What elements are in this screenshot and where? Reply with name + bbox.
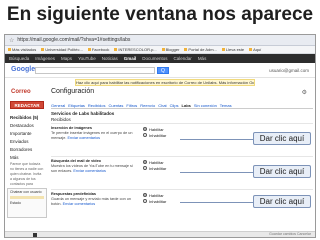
search-row: Google Q usuario@gmail.com: [5, 63, 315, 78]
feedback-link[interactable]: Enviar comentarios: [73, 169, 106, 173]
lab-options: Habilitar Inhabilitar: [143, 126, 166, 138]
disable-label: Inhabilitar: [149, 198, 167, 204]
taskbar-button[interactable]: [33, 233, 37, 237]
star-icon[interactable]: ☆: [9, 37, 14, 44]
chat-status-bar: [10, 196, 44, 199]
bookmark-item[interactable]: Aquí: [249, 47, 261, 52]
tab-labels[interactable]: Etiquetas: [68, 103, 85, 108]
lab-description: Respuestas predefinidas Guarda un mensaj…: [51, 192, 137, 207]
gbar-item[interactable]: Maps: [61, 56, 72, 61]
tab-clips[interactable]: Clips: [170, 103, 179, 108]
lab-description: Inserción de imágenes Te permite inserta…: [51, 126, 137, 141]
settings-header: Correo Configuración ⚙: [5, 87, 315, 99]
lab-options: Habilitar Inhabilitar: [143, 159, 166, 171]
gbar-item[interactable]: Calendar: [174, 56, 192, 61]
gear-icon[interactable]: ⚙: [302, 89, 307, 96]
sidebar-item-starred[interactable]: Destacados: [7, 121, 47, 129]
sidebar-item-sent[interactable]: Enviados: [7, 137, 47, 145]
gbar-item[interactable]: Imágenes: [35, 56, 55, 61]
tab-inbox[interactable]: Recibidos: [88, 103, 106, 108]
google-logo: Google: [11, 66, 36, 73]
disable-option[interactable]: Inhabilitar: [143, 132, 166, 138]
radio-enable[interactable]: [143, 193, 147, 197]
account-email[interactable]: usuario@gmail.com: [269, 68, 309, 73]
sidebar-item-important[interactable]: Importante: [7, 129, 47, 137]
lab-options: Habilitar Inhabilitar: [143, 192, 166, 204]
bookmark-item[interactable]: INTERESCOLOR.p...: [114, 47, 156, 52]
url-text: https://mail.google.com/mail/?shva=1#set…: [17, 37, 131, 43]
gbar-item[interactable]: Noticias: [102, 56, 118, 61]
disable-option[interactable]: Inhabilitar: [143, 198, 166, 204]
tab-offline[interactable]: Sin conexión: [194, 103, 217, 108]
google-bar: Búsqueda Imágenes Maps YouTube Noticias …: [5, 54, 315, 63]
enable-label: Habilitar: [149, 126, 164, 132]
chat-line: Chatear con usuario: [10, 190, 42, 194]
bookmark-item[interactable]: Facebook: [88, 47, 110, 52]
enable-label: Habilitar: [149, 159, 164, 165]
radio-disable[interactable]: [143, 133, 147, 137]
callout-arrow: [180, 202, 255, 203]
disable-label: Inhabilitar: [149, 165, 167, 171]
callout-click-here: Dar clic aquí: [253, 165, 311, 178]
bookmark-item[interactable]: Blogger: [162, 47, 180, 52]
gbar-item[interactable]: Más: [198, 56, 207, 61]
tab-labs[interactable]: Labs: [182, 103, 191, 108]
section-subtitle: Recibidos: [51, 117, 71, 122]
compose-button[interactable]: REDACTAR: [10, 101, 44, 109]
section-label: Servicios de Labs habilitados: [51, 111, 115, 116]
feedback-link[interactable]: Enviar comentarios: [67, 136, 100, 140]
tab-general[interactable]: General: [51, 103, 65, 108]
tab-themes[interactable]: Temas: [220, 103, 232, 108]
tab-accounts[interactable]: Cuentas: [109, 103, 124, 108]
slide-title: En siguiente ventana nos aparece: [6, 4, 314, 25]
bookmark-item[interactable]: Más visitados: [8, 47, 36, 52]
page-title: Configuración: [51, 88, 95, 95]
radio-enable[interactable]: [143, 127, 147, 131]
callout-arrow: [180, 172, 255, 173]
disable-option[interactable]: Inhabilitar: [143, 165, 166, 171]
search-input[interactable]: [35, 67, 155, 74]
sidebar-item-more[interactable]: Más: [7, 153, 47, 161]
lab-description: Búsqueda del mail de video Muestra los v…: [51, 159, 137, 174]
notification-banner[interactable]: Haz clic aquí para habilitar las notific…: [75, 79, 255, 86]
gbar-item[interactable]: YouTube: [78, 56, 96, 61]
chat-box[interactable]: Chatear con usuario Estado: [7, 188, 47, 218]
radio-enable[interactable]: [143, 160, 147, 164]
feedback-link[interactable]: Enviar comentarios: [63, 202, 96, 206]
callout-click-here: Dar clic aquí: [253, 132, 311, 145]
sidebar-item-drafts[interactable]: Borradores: [7, 145, 47, 153]
radio-disable[interactable]: [143, 166, 147, 170]
enable-label: Habilitar: [149, 192, 164, 198]
chat-line: Estado: [10, 201, 21, 205]
disable-label: Inhabilitar: [149, 132, 167, 138]
tab-chat[interactable]: Chat: [158, 103, 166, 108]
bookmarks-bar: Más visitados Universidad Politéc... Fac…: [5, 46, 315, 54]
status-bar: Guardar cambios Cancelar: [5, 231, 315, 237]
bookmark-item[interactable]: Portal de Adm...: [184, 47, 216, 52]
callout-click-here: Dar clic aquí: [253, 195, 311, 208]
settings-tabs: General Etiquetas Recibidos Cuentas Filt…: [51, 101, 313, 109]
bookmark-item[interactable]: Lleva este: [222, 47, 244, 52]
correo-menu[interactable]: Correo: [11, 89, 31, 95]
address-bar[interactable]: ☆ https://mail.google.com/mail/?shva=1#s…: [5, 35, 315, 46]
sidebar-item-inbox[interactable]: Recibidos (5): [7, 113, 47, 121]
tab-forwarding[interactable]: Reenvío: [140, 103, 155, 108]
gmail-settings-screenshot: ☆ https://mail.google.com/mail/?shva=1#s…: [4, 34, 316, 238]
callout-arrow: [180, 139, 255, 140]
gbar-item-gmail[interactable]: Gmail: [124, 56, 137, 61]
bookmark-item[interactable]: Universidad Politéc...: [41, 47, 83, 52]
radio-disable[interactable]: [143, 199, 147, 203]
gbar-item[interactable]: Documentos: [142, 56, 167, 61]
search-button[interactable]: Q: [157, 67, 169, 74]
gbar-item[interactable]: Búsqueda: [9, 56, 29, 61]
status-text: Guardar cambios Cancelar: [269, 232, 311, 236]
tab-filters[interactable]: Filtros: [126, 103, 137, 108]
